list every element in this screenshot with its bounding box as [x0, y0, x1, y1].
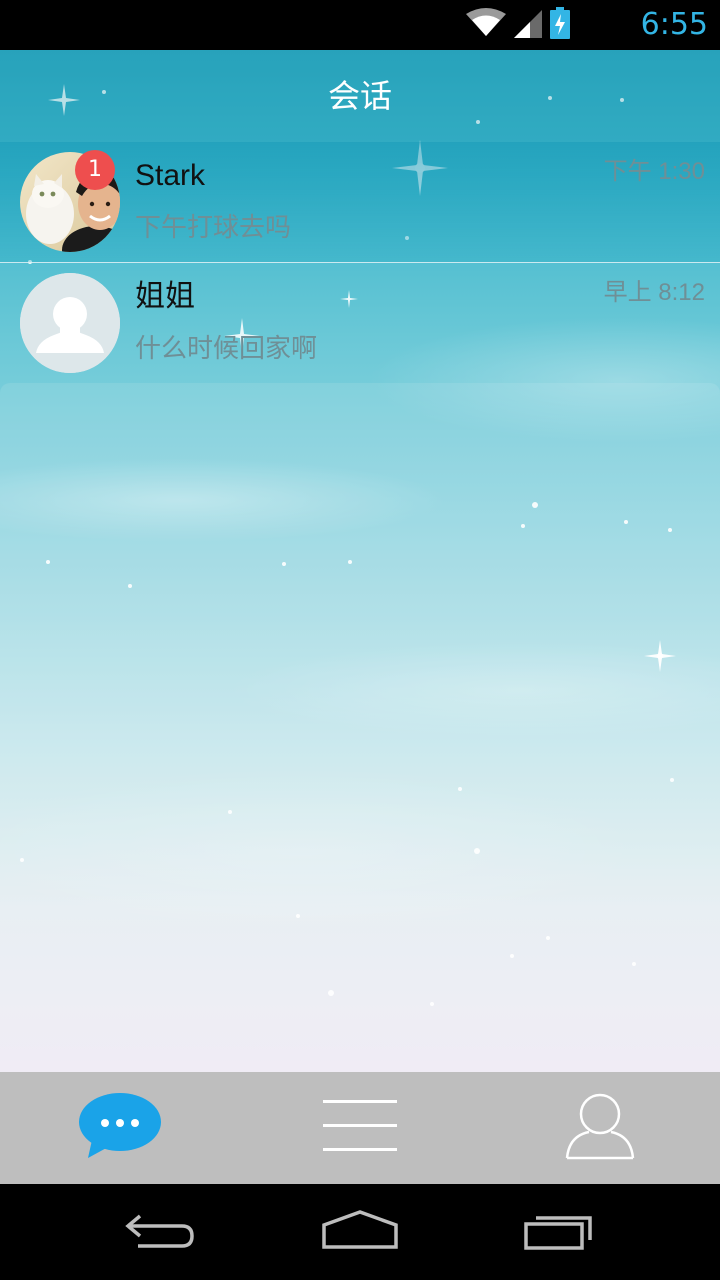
tab-conversations[interactable] — [0, 1072, 240, 1184]
wifi-icon — [466, 8, 506, 42]
page-title: 会话 — [327, 77, 392, 115]
bottom-tab-bar — [0, 1072, 720, 1184]
status-icons — [466, 7, 570, 43]
signal-icon — [514, 8, 542, 42]
menu-lines-icon — [323, 1098, 397, 1158]
back-icon — [124, 1210, 196, 1254]
empty-content-area — [0, 383, 720, 1072]
message-time: 早上 8:12 — [603, 279, 705, 306]
status-clock: 6:55 — [640, 7, 708, 42]
status-bar: 6:55 — [0, 0, 720, 50]
person-icon — [565, 1092, 635, 1164]
contact-name: 姐姐 — [135, 280, 195, 313]
recent-apps-button[interactable] — [440, 1184, 680, 1280]
message-preview: 什么时候回家啊 — [135, 334, 318, 364]
home-icon — [322, 1209, 398, 1255]
recent-apps-icon — [524, 1210, 596, 1254]
tab-profile[interactable] — [480, 1072, 720, 1184]
title-bar: 会话 — [0, 50, 720, 142]
app-screen: 6:55 会话 Stark 下午打球去吗 下午 1:30 姐姐 什么时候回家啊 … — [0, 0, 720, 1280]
message-time: 下午 1:30 — [603, 158, 705, 185]
unread-badge: 1 — [75, 150, 115, 190]
conversation-item-jiejie[interactable]: 姐姐 什么时候回家啊 早上 8:12 — [0, 263, 720, 383]
system-nav-bar — [0, 1184, 720, 1280]
battery-charging-icon — [550, 7, 570, 43]
chat-bubble-icon — [78, 1092, 162, 1164]
default-avatar-icon[interactable] — [20, 273, 120, 373]
tab-contacts[interactable] — [240, 1072, 480, 1184]
contact-name: Stark — [135, 159, 206, 192]
message-preview: 下午打球去吗 — [135, 213, 292, 243]
